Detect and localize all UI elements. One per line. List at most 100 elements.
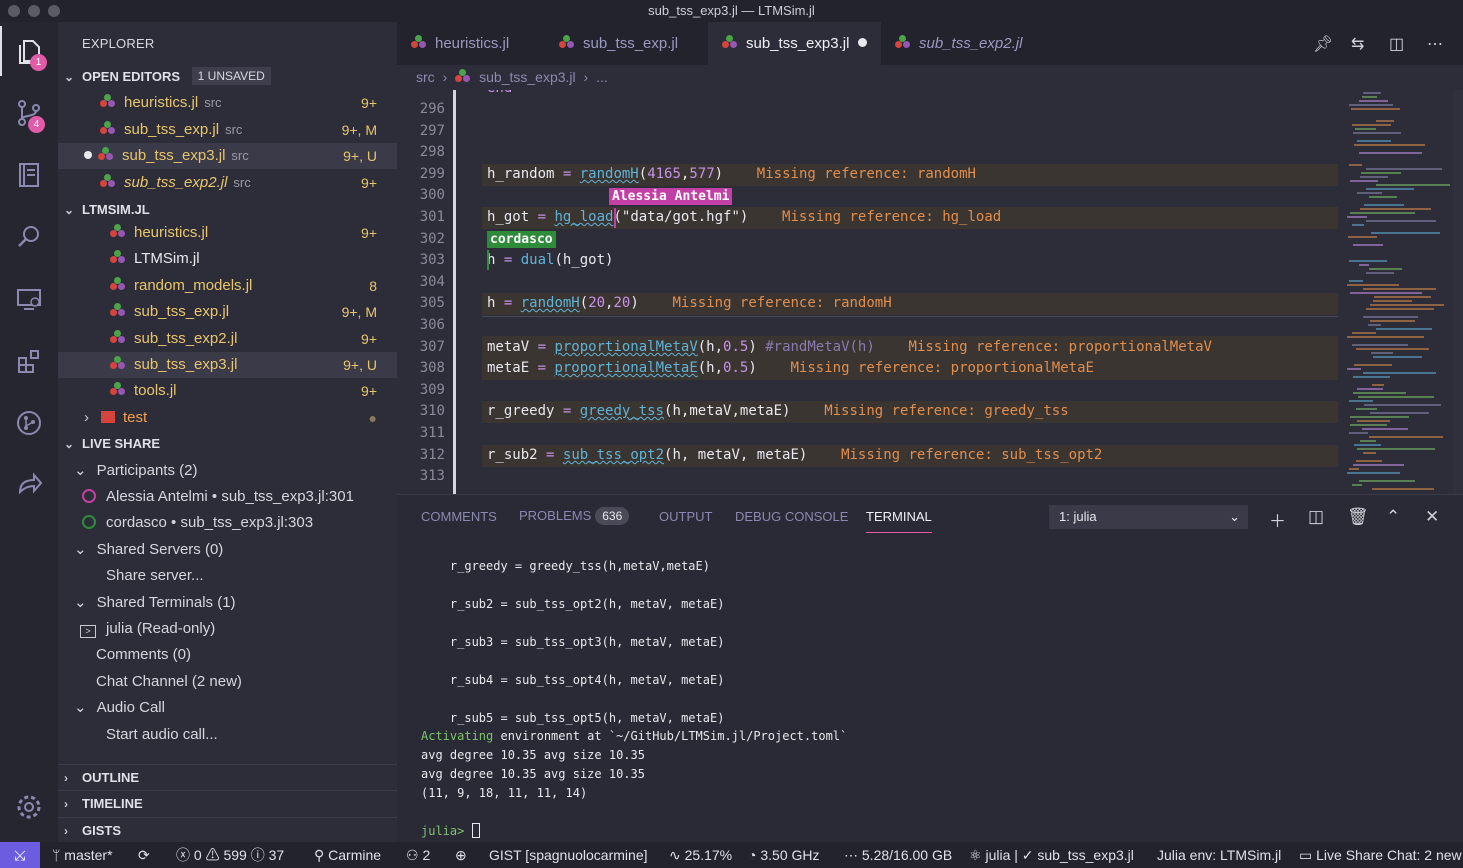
minimap-line bbox=[1366, 220, 1436, 222]
julia-env-status[interactable]: Julia env: LTMSim.jl bbox=[1157, 842, 1281, 868]
close-panel-icon[interactable]: ✕ bbox=[1425, 507, 1439, 527]
open-editor-item[interactable]: heuristics.jl src 9+ bbox=[58, 90, 397, 116]
open-editor-item[interactable]: sub_tss_exp2.jl src 9+ bbox=[58, 170, 397, 196]
split-terminal-icon[interactable]: ◫ bbox=[1308, 507, 1324, 527]
tab-sub-tss-exp2[interactable]: sub_tss_exp2.jl bbox=[881, 22, 1055, 65]
open-editors-header[interactable]: ⌄ OPEN EDITORS 1 UNSAVED bbox=[58, 64, 397, 90]
tab-sub-tss-exp3[interactable]: sub_tss_exp3.jl bbox=[708, 22, 881, 65]
sync-icon[interactable]: ⟳ bbox=[138, 842, 150, 868]
notebook-activity[interactable] bbox=[0, 150, 58, 200]
new-terminal-icon[interactable]: ＋ bbox=[1269, 507, 1286, 532]
minimap[interactable] bbox=[1342, 90, 1457, 494]
participant-item[interactable]: Alessia Antelmi • sub_tss_exp3.jl:301 bbox=[58, 484, 397, 510]
tab-terminal[interactable]: TERMINAL bbox=[866, 509, 932, 533]
live-share-chat-status[interactable]: ▭ Live Share Chat: 2 new bbox=[1299, 842, 1462, 868]
git-branch[interactable]: ᛘ master* bbox=[52, 842, 113, 868]
file-tree-item[interactable]: random_models.jl 8 bbox=[58, 273, 397, 299]
tab-debug-console[interactable]: DEBUG CONSOLE bbox=[735, 509, 848, 524]
share-server-action[interactable]: Share server... bbox=[58, 563, 397, 589]
minimap-line bbox=[1357, 420, 1390, 422]
julia-file-icon bbox=[110, 303, 126, 317]
bottom-panel: COMMENTS PROBLEMS 636 OUTPUT DEBUG CONSOL… bbox=[397, 494, 1463, 842]
minimap-line bbox=[1347, 336, 1424, 338]
more-actions-icon[interactable]: ⋯ bbox=[1427, 34, 1443, 54]
live-share-activity[interactable] bbox=[0, 460, 58, 510]
chevron-right-icon: › bbox=[442, 69, 448, 85]
julia-status[interactable]: ⚛ julia | ✓ sub_tss_exp3.jl bbox=[969, 842, 1134, 868]
split-editor-icon[interactable]: ◫ bbox=[1389, 34, 1404, 54]
live-share-participants[interactable]: ⚇ 2 bbox=[406, 842, 430, 868]
collaborator-cursor bbox=[614, 208, 616, 228]
julia-file-icon bbox=[722, 35, 738, 49]
live-share-header[interactable]: ⌄ LIVE SHARE bbox=[58, 431, 397, 457]
remote-indicator[interactable]: ⤩ bbox=[0, 842, 40, 868]
tab-comments[interactable]: COMMENTS bbox=[421, 509, 497, 524]
editor-actions: 📌︎ ⇆ ◫ ⋯ bbox=[1303, 22, 1463, 65]
terminal-line: r_sub3 = sub_tss_opt3(h, metaV, metaE) bbox=[421, 635, 725, 649]
open-editor-item[interactable]: sub_tss_exp.jl src 9+, M bbox=[58, 117, 397, 143]
minimize-window-button[interactable] bbox=[28, 5, 40, 17]
git-graph-activity[interactable] bbox=[0, 398, 58, 448]
file-tree-item[interactable]: heuristics.jl 9+ bbox=[58, 220, 397, 246]
globe-icon[interactable]: ⊕ bbox=[455, 842, 467, 868]
participant-item[interactable]: cordasco • sub_tss_exp3.jl:303 bbox=[58, 510, 397, 536]
pin-icon[interactable]: 📌︎ bbox=[1313, 34, 1333, 54]
minimap-line bbox=[1349, 432, 1368, 434]
minimap-line bbox=[1369, 196, 1397, 198]
minimap-line bbox=[1373, 356, 1422, 358]
minimap-line bbox=[1376, 120, 1394, 122]
file-tree-item-active[interactable]: sub_tss_exp3.jl 9+, U bbox=[58, 352, 397, 378]
open-editor-item-active[interactable]: sub_tss_exp3.jl src 9+, U bbox=[58, 143, 397, 169]
chevron-down-icon: ⌄ bbox=[74, 699, 87, 716]
comments-item[interactable]: Comments (0) bbox=[58, 642, 397, 668]
file-tree-item[interactable]: sub_tss_exp.jl 9+, M bbox=[58, 299, 397, 325]
chat-channel-item[interactable]: Chat Channel (2 new) bbox=[58, 669, 397, 695]
code-editor[interactable]: end 296 297 298 299 300 301 302 303 304 305 306 307… bbox=[397, 90, 1463, 494]
minimap-line bbox=[1366, 308, 1434, 310]
minimap-line bbox=[1363, 288, 1436, 290]
file-tree-item[interactable]: tools.jl 9+ bbox=[58, 378, 397, 404]
gist-status[interactable]: GIST [spagnuolocarmine] bbox=[489, 842, 648, 868]
explorer-activity[interactable]: 1 bbox=[0, 26, 58, 76]
outline-header[interactable]: › OUTLINE bbox=[58, 764, 397, 790]
start-audio-call-action[interactable]: Start audio call... bbox=[58, 722, 397, 748]
chevron-down-icon: ⌄ bbox=[74, 541, 87, 558]
live-share-user[interactable]: ⚲ Carmine bbox=[314, 842, 381, 868]
chevron-right-icon: › bbox=[583, 69, 589, 85]
search-activity[interactable] bbox=[0, 212, 58, 262]
shared-terminal-item[interactable]: > julia (Read-only) bbox=[58, 616, 397, 642]
chat-icon: ▭ bbox=[1299, 847, 1313, 863]
timeline-header[interactable]: › TIMELINE bbox=[58, 790, 397, 816]
file-tree-item[interactable]: sub_tss_exp2.jl 9+ bbox=[58, 326, 397, 352]
file-tree-item[interactable]: LTMSim.jl bbox=[58, 246, 397, 272]
shared-terminals-group[interactable]: ⌄ Shared Terminals (1) bbox=[58, 590, 397, 616]
unsaved-dot-icon[interactable] bbox=[858, 38, 867, 47]
maximize-window-button[interactable] bbox=[48, 5, 60, 17]
minimap-line bbox=[1356, 348, 1429, 350]
terminal-select[interactable]: 1: julia ⌄ bbox=[1049, 505, 1248, 529]
gists-header[interactable]: › GISTS bbox=[58, 817, 397, 843]
chevron-up-icon[interactable]: ⌃ bbox=[1386, 507, 1400, 527]
shared-servers-group[interactable]: ⌄ Shared Servers (0) bbox=[58, 537, 397, 563]
close-window-button[interactable] bbox=[8, 5, 20, 17]
compare-icon[interactable]: ⇆ bbox=[1351, 34, 1364, 54]
tab-output[interactable]: OUTPUT bbox=[659, 509, 712, 524]
tab-sub-tss-exp[interactable]: sub_tss_exp.jl bbox=[545, 22, 708, 65]
breadcrumb-folder[interactable]: src bbox=[416, 69, 435, 85]
breadcrumb-symbols[interactable]: ... bbox=[596, 69, 608, 85]
terminal-prompt[interactable]: julia> bbox=[421, 823, 480, 838]
settings-activity[interactable] bbox=[0, 782, 58, 832]
diagnostic-message: Missing reference: randomH bbox=[756, 166, 976, 182]
extensions-activity[interactable] bbox=[0, 336, 58, 386]
tab-problems[interactable]: PROBLEMS 636 bbox=[519, 507, 630, 525]
folder-item-test[interactable]: › test ● bbox=[58, 405, 397, 431]
audio-call-group[interactable]: ⌄ Audio Call bbox=[58, 695, 397, 721]
source-control-activity[interactable]: 4 bbox=[0, 88, 58, 138]
problems-status[interactable]: ⓧ 0 ⚠ 599 ⓘ 37 bbox=[176, 842, 284, 868]
remote-explorer-activity[interactable] bbox=[0, 274, 58, 324]
trash-icon[interactable]: 🗑︎ bbox=[1347, 507, 1369, 527]
vertical-scrollbar[interactable] bbox=[1453, 90, 1463, 494]
tab-heuristics[interactable]: heuristics.jl bbox=[397, 22, 545, 65]
participants-group[interactable]: ⌄ Participants (2) bbox=[58, 458, 397, 484]
breadcrumb-file[interactable]: sub_tss_exp3.jl bbox=[479, 69, 576, 85]
